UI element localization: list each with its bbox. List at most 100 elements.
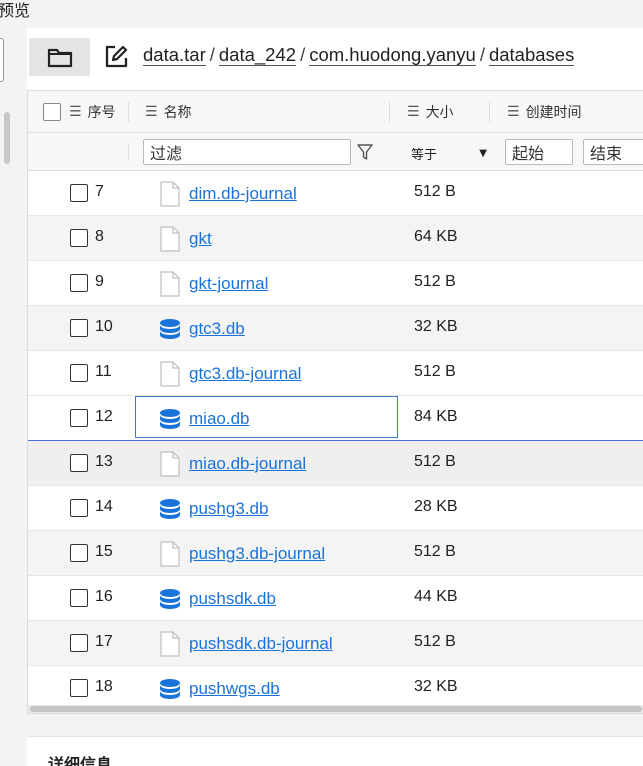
database-icon [160, 319, 180, 339]
database-icon [160, 499, 180, 519]
table-row[interactable]: 10 gtc3.db 32 KB [28, 306, 643, 351]
scrollbar-thumb[interactable] [30, 706, 642, 712]
select-all-checkbox[interactable] [43, 103, 61, 121]
database-icon [160, 409, 180, 429]
row-checkbox[interactable] [70, 319, 88, 337]
file-name-link[interactable]: pushg3.db [189, 499, 268, 519]
detail-title: 详细信息 [48, 755, 113, 766]
row-checkbox[interactable] [70, 364, 88, 382]
row-index: 17 [95, 633, 113, 650]
column-menu-icon[interactable]: ☰ [407, 104, 420, 120]
database-icon [160, 589, 180, 609]
file-name-link[interactable]: pushsdk.db-journal [189, 634, 333, 654]
breadcrumb-item[interactable]: com.huodong.yanyu [309, 44, 476, 66]
file-icon [160, 451, 180, 477]
window-title: 预览 [0, 1, 31, 20]
file-icon [160, 631, 180, 657]
file-size: 32 KB [414, 318, 458, 335]
edit-button[interactable] [101, 42, 131, 72]
toolbar: data.tar / data_242/com.huodong.yanyu / data… [27, 28, 643, 88]
open-folder-button[interactable] [29, 38, 90, 76]
table-row[interactable]: 14 pushg3.db 28 KB [28, 486, 643, 531]
breadcrumb-item[interactable]: databases [488, 44, 575, 66]
column-label-created: 创建时间 [525, 105, 582, 121]
file-name-link[interactable]: pushwgs.db [189, 679, 280, 699]
table-row[interactable]: 9 gkt-journal 512 B [28, 261, 643, 306]
column-divider[interactable] [489, 102, 490, 122]
left-panel-edge[interactable] [0, 38, 4, 82]
row-checkbox[interactable] [70, 274, 88, 292]
table-row[interactable]: 13 miao.db-journal 512 B [28, 441, 643, 486]
table-header: ☰ 序号 ☰ 名称 ☰ 大小 ☰ 创建时间 过滤 等于 ▼ 起始 结束 [28, 91, 643, 171]
row-checkbox[interactable] [70, 454, 88, 472]
table-row[interactable]: 7 dim.db-journal 512 B [28, 171, 643, 216]
row-index: 8 [95, 228, 104, 245]
file-size: 64 KB [414, 228, 458, 245]
filter-button[interactable] [353, 139, 377, 165]
column-divider[interactable] [389, 102, 390, 122]
filter-row: 过滤 等于 ▼ 起始 结束 [28, 133, 643, 171]
row-checkbox[interactable] [70, 184, 88, 202]
file-name-link[interactable]: pushg3.db-journal [189, 544, 325, 564]
table-row[interactable]: 15 pushg3.db-journal 512 B [28, 531, 643, 576]
file-name-link[interactable]: miao.db-journal [189, 454, 306, 474]
column-header-created[interactable]: ☰ 创建时间 [507, 91, 582, 133]
left-scrollbar[interactable] [4, 112, 10, 164]
row-checkbox[interactable] [70, 409, 88, 427]
file-size: 512 B [414, 633, 456, 650]
column-menu-icon[interactable]: ☰ [69, 104, 82, 120]
column-header-name[interactable]: ☰ 名称 [145, 91, 192, 133]
detail-panel: 详细信息 [27, 736, 643, 766]
table-row[interactable]: 11 gtc3.db-journal 512 B [28, 351, 643, 396]
file-name-link[interactable]: gkt [189, 229, 212, 249]
name-filter-input[interactable]: 过滤 [143, 139, 351, 165]
row-checkbox[interactable] [70, 229, 88, 247]
file-name-link[interactable]: gkt-journal [189, 274, 268, 294]
filter-icon [357, 144, 373, 160]
table-row-selected[interactable]: 12 miao.db 84 KB [28, 396, 643, 441]
file-table: ☰ 序号 ☰ 名称 ☰ 大小 ☰ 创建时间 过滤 等于 ▼ 起始 结束 7 di… [27, 90, 643, 714]
size-operator-select[interactable]: 等于 ▼ [411, 141, 487, 165]
start-date-input[interactable]: 起始 [505, 139, 573, 165]
file-name-link[interactable]: miao.db [189, 409, 249, 429]
file-name-link[interactable]: gtc3.db-journal [189, 364, 301, 384]
edit-icon [105, 45, 128, 68]
file-size: 44 KB [414, 588, 458, 605]
file-size: 512 B [414, 363, 456, 380]
column-label-name: 名称 [163, 105, 192, 121]
row-checkbox[interactable] [70, 544, 88, 562]
file-icon [160, 541, 180, 567]
table-row[interactable]: 16 pushsdk.db 44 KB [28, 576, 643, 621]
row-index: 14 [95, 498, 113, 515]
table-row[interactable]: 8 gkt 64 KB [28, 216, 643, 261]
size-operator-value: 等于 [411, 147, 438, 163]
table-row[interactable]: 17 pushsdk.db-journal 512 B [28, 621, 643, 666]
column-header-row: ☰ 序号 ☰ 名称 ☰ 大小 ☰ 创建时间 [28, 91, 643, 133]
file-name-link[interactable]: pushsdk.db [189, 589, 276, 609]
database-icon [160, 679, 180, 699]
column-menu-icon[interactable]: ☰ [145, 104, 158, 120]
file-name-link[interactable]: gtc3.db [189, 319, 245, 339]
row-checkbox[interactable] [70, 679, 88, 697]
row-checkbox[interactable] [70, 634, 88, 652]
column-header-index[interactable]: ☰ 序号 [43, 91, 116, 133]
row-index: 12 [95, 408, 113, 425]
row-index: 13 [95, 453, 113, 470]
file-size: 512 B [414, 453, 456, 470]
file-size: 28 KB [414, 498, 458, 515]
row-index: 18 [95, 678, 113, 695]
column-label-index: 序号 [87, 105, 116, 121]
file-name-link[interactable]: dim.db-journal [189, 184, 297, 204]
end-date-input[interactable]: 结束 [583, 139, 643, 165]
column-header-size[interactable]: ☰ 大小 [407, 91, 454, 133]
row-index: 11 [95, 363, 112, 380]
column-divider[interactable] [128, 102, 129, 122]
file-browser-panel: data.tar / data_242/com.huodong.yanyu / data… [27, 28, 643, 714]
file-size: 512 B [414, 273, 456, 290]
row-checkbox[interactable] [70, 589, 88, 607]
row-checkbox[interactable] [70, 499, 88, 517]
breadcrumb-item[interactable]: data.tar [143, 44, 206, 66]
horizontal-scrollbar[interactable] [28, 705, 643, 713]
column-menu-icon[interactable]: ☰ [507, 104, 520, 120]
breadcrumb-item[interactable]: data_242 [218, 44, 297, 66]
